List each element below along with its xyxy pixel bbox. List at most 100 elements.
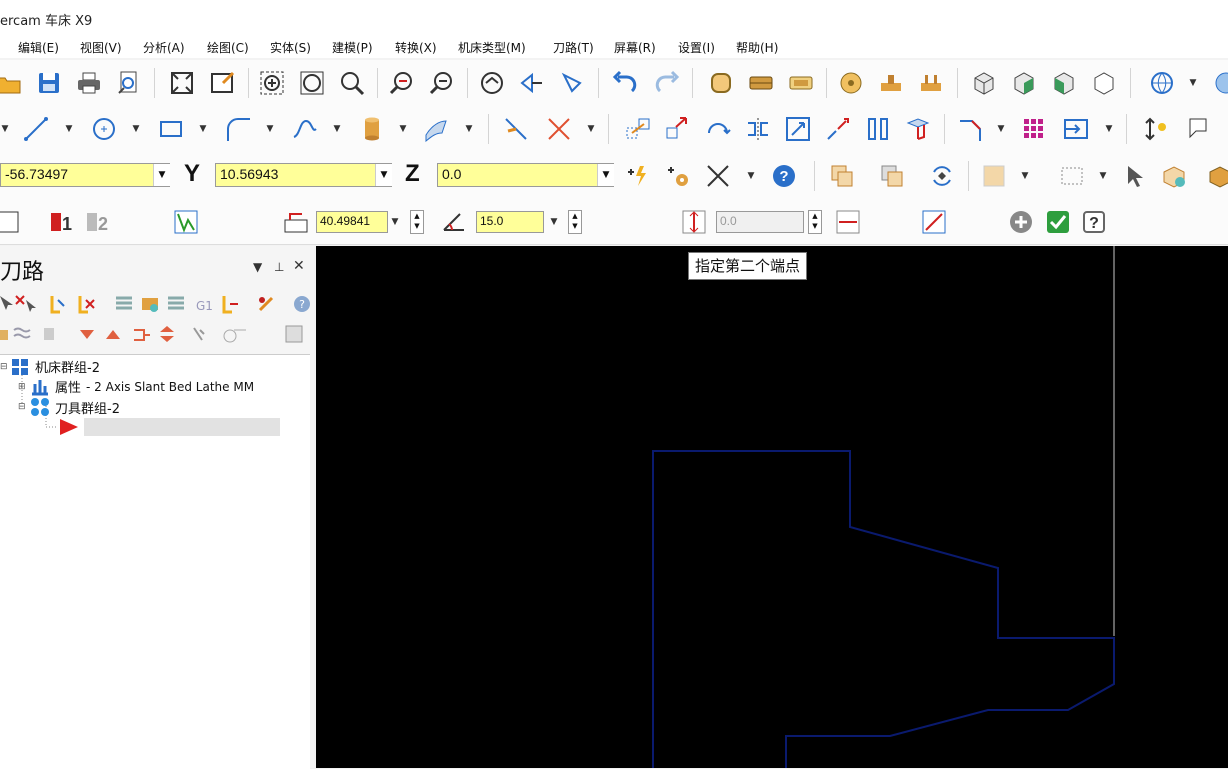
solid-view-3-icon[interactable] — [1048, 67, 1080, 99]
close-icon[interactable]: ✕ — [293, 258, 305, 274]
y-coordinate-field[interactable]: 10.56943 — [215, 163, 392, 187]
select-solid-icon[interactable] — [978, 160, 1010, 192]
menu-settings[interactable]: 设置(I) — [678, 39, 715, 56]
redo-icon[interactable] — [650, 67, 682, 99]
translate-icon[interactable] — [622, 113, 654, 145]
simulate-icon[interactable] — [168, 296, 184, 310]
vertical-offset-spinner[interactable]: ▲ ▼ — [808, 210, 822, 234]
paste-entity-icon[interactable] — [876, 160, 908, 192]
menu-machine-type[interactable]: 机床类型(M) — [458, 39, 526, 56]
stock-setup-icon[interactable] — [705, 67, 737, 99]
point-settings-icon[interactable] — [662, 160, 694, 192]
break-icon[interactable] — [543, 113, 575, 145]
help-question-icon[interactable]: ? — [1078, 206, 1110, 238]
panel-image-icon[interactable] — [285, 325, 303, 343]
length-spinner[interactable]: ▲ ▼ — [410, 210, 424, 234]
chevron-down-icon[interactable]: ▼ — [64, 113, 74, 145]
tangent-line-icon[interactable] — [918, 206, 950, 238]
menu-view[interactable]: 视图(V) — [80, 39, 122, 56]
globe-icon[interactable] — [1146, 67, 1178, 99]
angle-icon[interactable] — [438, 206, 470, 238]
menu-toolpaths[interactable]: 刀路(T) — [553, 39, 594, 56]
ok-check-icon[interactable] — [1042, 206, 1074, 238]
pin-icon[interactable]: ⊥ — [274, 260, 284, 274]
zoom-selected-icon[interactable] — [336, 67, 368, 99]
trim-icon[interactable] — [500, 113, 532, 145]
toggle-post-icon[interactable] — [44, 328, 54, 340]
menu-analyze[interactable]: 分析(A) — [143, 39, 185, 56]
menu-model[interactable]: 建模(P) — [332, 39, 373, 56]
tree-node-tool-group[interactable]: ⊟ 刀具群组-2 — [18, 397, 120, 417]
length-field[interactable]: 40.49841 — [316, 211, 388, 233]
backplot-icon[interactable] — [116, 296, 132, 310]
chevron-down-icon[interactable]: ▼ — [131, 113, 141, 145]
intersection-icon[interactable] — [702, 160, 734, 192]
note-icon[interactable] — [1180, 113, 1212, 145]
print-preview-icon[interactable] — [113, 67, 145, 99]
project-icon[interactable] — [902, 113, 934, 145]
offset-icon[interactable] — [822, 113, 854, 145]
verify-icon[interactable] — [142, 298, 158, 312]
chevron-down-icon[interactable]: ▼ — [332, 113, 342, 145]
menu-transform[interactable]: 转换(X) — [395, 39, 437, 56]
dimension-icon[interactable] — [1140, 113, 1172, 145]
chevron-down-icon[interactable]: ▼ — [1104, 113, 1114, 145]
circle-icon[interactable] — [88, 113, 120, 145]
angle-field[interactable]: 15.0 — [476, 211, 544, 233]
menu-screen[interactable]: 屏幕(R) — [614, 39, 656, 56]
vertical-offset-field[interactable]: 0.0 — [716, 211, 804, 233]
move-down-icon[interactable] — [80, 330, 94, 339]
part-profile[interactable] — [652, 450, 1115, 768]
chain-icon[interactable] — [170, 206, 202, 238]
spline-icon[interactable] — [289, 113, 321, 145]
menu-solids[interactable]: 实体(S) — [270, 39, 311, 56]
solid-view-4-icon[interactable] — [1088, 67, 1120, 99]
surface-icon[interactable] — [420, 113, 452, 145]
array-icon[interactable] — [1018, 113, 1050, 145]
tailstock-icon[interactable] — [875, 67, 907, 99]
deselect-operations-icon[interactable] — [15, 295, 36, 312]
chevron-down-icon[interactable]: ▼ — [1020, 160, 1030, 192]
zoom-window-icon[interactable] — [207, 67, 239, 99]
insert-arrow-icon[interactable] — [134, 329, 150, 341]
mirror-icon[interactable] — [742, 113, 774, 145]
print-icon[interactable] — [73, 67, 105, 99]
g1-icon[interactable]: G1 — [196, 299, 213, 313]
x-coordinate-field[interactable]: -56.73497 — [0, 163, 170, 187]
undo-icon[interactable] — [610, 67, 642, 99]
save-icon[interactable] — [33, 67, 65, 99]
chevron-down-icon[interactable]: ▼ — [549, 206, 559, 238]
zoom-out-icon[interactable] — [426, 67, 458, 99]
regenerate-icon[interactable] — [926, 160, 958, 192]
apply-add-icon[interactable] — [1005, 206, 1037, 238]
move-icon[interactable] — [662, 113, 694, 145]
chevron-down-icon[interactable]: ▼ — [464, 113, 474, 145]
line-icon[interactable] — [20, 113, 52, 145]
unzoom-previous-icon[interactable] — [386, 67, 418, 99]
lock-icon[interactable] — [0, 330, 8, 340]
entity-plus-two-icon[interactable]: 2 — [82, 206, 114, 238]
menu-draw[interactable]: 绘图(C) — [207, 39, 249, 56]
scroll-to-insert-icon[interactable] — [160, 326, 174, 342]
entity-plus-one-icon[interactable]: 1 — [46, 206, 78, 238]
z-coordinate-field[interactable]: 0.0 — [437, 163, 614, 187]
part-geometry[interactable] — [316, 246, 1228, 768]
graphics-viewport[interactable] — [316, 246, 1228, 768]
chamfer-icon[interactable] — [954, 113, 986, 145]
parallel-icon[interactable] — [862, 113, 894, 145]
solid-view-1-icon[interactable] — [968, 67, 1000, 99]
insert-arrow-row[interactable] — [58, 417, 280, 437]
gview-iso-icon[interactable] — [556, 67, 588, 99]
fit-screen-icon[interactable] — [166, 67, 198, 99]
chevron-down-icon[interactable]: ▼ — [1098, 160, 1108, 192]
menu-help[interactable]: 帮助(H) — [736, 39, 778, 56]
chevron-down-icon[interactable]: ▼ — [597, 164, 614, 186]
gview-left-icon[interactable] — [516, 67, 548, 99]
chevron-down-icon[interactable]: ▼ — [253, 260, 262, 274]
zoom-target-icon[interactable] — [256, 67, 288, 99]
chevron-down-icon[interactable]: ▼ — [198, 113, 208, 145]
zoom-extents-icon[interactable] — [296, 67, 328, 99]
chevron-down-icon[interactable]: ▼ — [996, 113, 1006, 145]
copy-entity-icon[interactable] — [826, 160, 858, 192]
chuck-icon[interactable] — [835, 67, 867, 99]
